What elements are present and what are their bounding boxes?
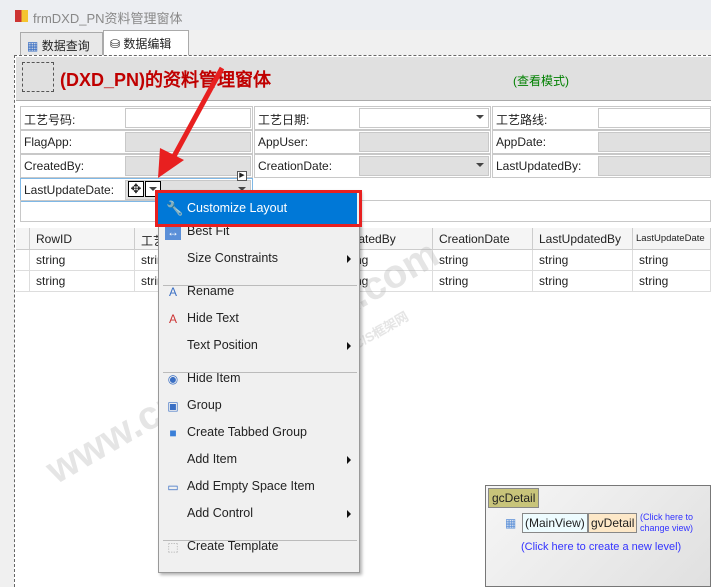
menu-label: Create Tabbed Group — [187, 425, 307, 439]
highlight-box — [155, 190, 362, 227]
grid-cell[interactable]: string — [30, 250, 135, 271]
menu-label: Text Position — [187, 338, 258, 352]
column-header[interactable]: RowID — [30, 228, 135, 250]
tab-data-query[interactable]: ▦ 数据查询 — [20, 32, 103, 56]
grid-cell[interactable]: string — [533, 271, 633, 292]
menu-label: Add Control — [187, 506, 254, 520]
menu-separator — [163, 540, 357, 541]
menu-label: Rename — [187, 284, 235, 298]
grid-icon: ▦ — [27, 39, 39, 53]
lastupdatedby-input[interactable] — [598, 156, 711, 176]
column-header[interactable]: LastUpdatedBy — [533, 228, 633, 250]
process-date-input[interactable] — [359, 108, 489, 128]
row-indicator-header — [16, 228, 30, 250]
grid-cell[interactable]: string — [433, 271, 533, 292]
menu-item-group[interactable]: ▣ Group — [159, 394, 359, 418]
menu-item-size-constraints[interactable]: Size Constraints — [159, 247, 359, 271]
dropdown-icon[interactable] — [476, 163, 484, 167]
submenu-arrow-icon — [347, 342, 351, 350]
appdate-input[interactable] — [598, 132, 711, 152]
column-header[interactable]: CreationDate — [433, 228, 533, 250]
submenu-arrow-icon — [347, 510, 351, 518]
grid-cell[interactable]: string — [633, 271, 711, 292]
menu-item-text-position[interactable]: Text Position — [159, 334, 359, 358]
row-indicator[interactable] — [16, 271, 30, 292]
database-icon: ⛁ — [110, 37, 121, 51]
grid-cell[interactable]: string — [433, 250, 533, 271]
menu-item-rename[interactable]: A Rename — [159, 280, 359, 304]
menu-label: Size Constraints — [187, 251, 279, 265]
template-icon: ⬚ — [167, 540, 179, 554]
new-level-link[interactable]: (Click here to create a new level) — [521, 541, 681, 553]
menu-label: Add Item — [187, 452, 238, 466]
grid-cell[interactable]: string — [633, 250, 711, 271]
gc-detail-label: gcDetail — [488, 488, 540, 508]
grid-cell[interactable]: string — [533, 250, 633, 271]
menu-item-hide-text[interactable]: A Hide Text — [159, 307, 359, 331]
menu-label: Hide Item — [187, 371, 241, 385]
menu-item-hide-item[interactable]: ◉ Hide Item — [159, 367, 359, 391]
image-placeholder — [22, 62, 54, 92]
change-view-link[interactable]: (Click here to change view) — [640, 512, 710, 534]
group-icon: ▣ — [167, 399, 179, 413]
app-icon — [15, 10, 28, 22]
menu-separator — [163, 285, 357, 286]
tab-label: 数据编辑 — [123, 37, 172, 51]
menu-item-add-item[interactable]: Add Item — [159, 448, 359, 472]
menu-label: Create Template — [187, 539, 279, 553]
creationdate-input[interactable] — [359, 156, 489, 176]
menu-label: Add Empty Space Item — [187, 479, 315, 493]
window-title: frmDXD_PN资料管理窗体 — [33, 11, 183, 26]
menu-item-create-tabbed-group[interactable]: ■ Create Tabbed Group — [159, 421, 359, 445]
submenu-arrow-icon — [347, 255, 351, 263]
process-route-input[interactable] — [598, 108, 711, 128]
rename-icon: A — [168, 285, 177, 299]
row-indicator[interactable] — [16, 250, 30, 271]
hide-eye-icon: ◉ — [167, 372, 179, 386]
mode-label: (查看模式) — [513, 74, 569, 88]
tab-data-edit[interactable]: ⛁ 数据编辑 — [103, 30, 189, 56]
menu-item-create-template[interactable]: ⬚ Create Template — [159, 535, 359, 559]
menu-separator — [163, 372, 357, 373]
menu-item-add-control[interactable]: Add Control — [159, 502, 359, 526]
dropdown-icon[interactable] — [476, 115, 484, 119]
column-header[interactable]: LastUpdateDate — [633, 228, 711, 250]
menu-label: Group — [187, 398, 222, 412]
move-handle-icon[interactable]: ✥ — [128, 181, 144, 197]
menu-item-add-empty-space-item[interactable]: ▭ Add Empty Space Item — [159, 475, 359, 499]
folder-icon: ■ — [169, 426, 177, 440]
empty-space-icon: ▭ — [167, 480, 179, 494]
annotation-arrow — [158, 66, 225, 178]
appuser-input[interactable] — [359, 132, 489, 152]
hide-text-icon: A — [168, 312, 177, 326]
grid-cell[interactable]: string — [30, 271, 135, 292]
gvdetail-label[interactable]: gvDetail — [588, 513, 638, 533]
empty-row — [20, 200, 711, 222]
menu-label: Hide Text — [187, 311, 239, 325]
context-menu: ↔ Best Fit Size Constraints A Rename A Hide Te… — [158, 190, 360, 573]
tab-label: 数据查询 — [41, 39, 90, 53]
table-icon: ▦ — [505, 516, 517, 530]
submenu-arrow-icon — [347, 456, 351, 464]
mainview-label: (MainView) — [522, 513, 588, 533]
